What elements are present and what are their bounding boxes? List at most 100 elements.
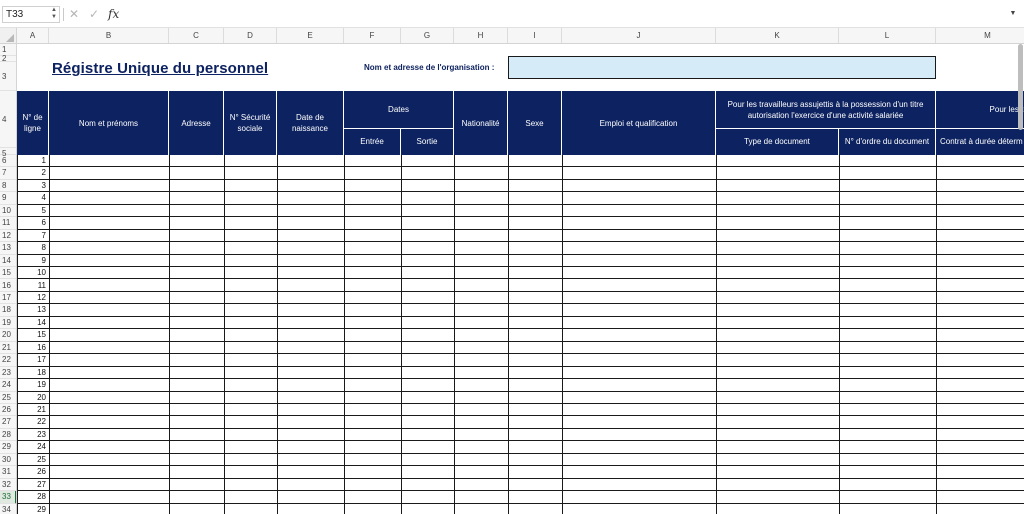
row-header[interactable]: 28 (0, 429, 16, 442)
row-header[interactable]: 3 (0, 62, 16, 91)
column-gridline (936, 155, 937, 514)
row-header[interactable]: 21 (0, 342, 16, 355)
line-number: 20 (37, 392, 46, 402)
row-header[interactable]: 18 (0, 304, 16, 317)
row-header[interactable]: 27 (0, 416, 16, 429)
org-input[interactable] (508, 56, 936, 79)
column-gridline (562, 155, 563, 514)
row-header[interactable]: 8 (0, 180, 16, 193)
column-header[interactable]: B (49, 28, 169, 43)
column-gridline (17, 155, 18, 514)
line-number: 8 (41, 243, 46, 253)
column-header[interactable]: C (169, 28, 224, 43)
line-number: 1 (41, 156, 46, 165)
org-label: Nom et adresse de l'organisation : (364, 63, 495, 72)
row-header[interactable]: 11 (0, 217, 16, 230)
column-header[interactable]: L (839, 28, 936, 43)
formula-input[interactable] (126, 6, 1016, 23)
row-header[interactable]: 19 (0, 317, 16, 330)
row-header[interactable]: 5 (0, 148, 16, 158)
column-gridline (454, 155, 455, 514)
vertical-scrollbar[interactable] (1018, 44, 1023, 130)
line-number: 27 (37, 479, 46, 489)
row-header[interactable]: 7 (0, 167, 16, 180)
column-gridline (169, 155, 170, 514)
column-header[interactable]: E (277, 28, 344, 43)
header-contract: Contrat à durée déterm (940, 137, 1023, 146)
column-gridline (224, 155, 225, 514)
chevron-down-icon[interactable]: ▼ (1008, 9, 1018, 19)
row-header[interactable]: 9 (0, 192, 16, 205)
column-header[interactable]: A (17, 28, 49, 43)
row-header[interactable]: 23 (0, 367, 16, 380)
line-number: 4 (41, 193, 46, 203)
row-header[interactable]: 34 (0, 504, 16, 514)
row-header[interactable]: 16 (0, 280, 16, 292)
header-exit: Sortie (401, 128, 454, 155)
column-header[interactable]: M (936, 28, 1024, 43)
header-sex: Sexe (508, 91, 562, 155)
row-header[interactable]: 20 (0, 329, 16, 342)
header-name: Nom et prénoms (49, 91, 169, 155)
close-icon[interactable]: ✕ (67, 6, 81, 23)
line-number: 25 (37, 454, 46, 464)
select-all-corner[interactable] (0, 28, 17, 43)
column-header[interactable]: H (454, 28, 508, 43)
column-header[interactable]: J (562, 28, 716, 43)
column-gridline (49, 155, 50, 514)
header-ssn: N° Sécurité sociale (224, 91, 277, 155)
header-nationality: Nationalité (454, 91, 508, 155)
row-header[interactable]: 22 (0, 354, 16, 367)
column-gridline (839, 155, 840, 514)
column-header[interactable]: I (508, 28, 562, 43)
header-dates: Dates (344, 91, 454, 128)
line-number: 29 (37, 504, 46, 514)
row-header[interactable]: 29 (0, 441, 16, 454)
line-number: 22 (37, 417, 46, 427)
column-header[interactable]: K (716, 28, 839, 43)
sheet-grid[interactable]: Régistre Unique du personnel Nom et adre… (17, 44, 1024, 514)
row-header[interactable]: 25 (0, 392, 16, 404)
column-gridline (344, 155, 345, 514)
row-header[interactable]: 13 (0, 242, 16, 255)
column-header[interactable]: F (344, 28, 401, 43)
column-header[interactable]: D (224, 28, 277, 43)
name-box[interactable]: T33 ▲ ▼ (2, 6, 60, 23)
row-header[interactable]: 17 (0, 292, 16, 305)
row-header[interactable]: 32 (0, 479, 16, 492)
line-number: 7 (41, 230, 46, 240)
row-headers: 1 2 3 4 5 6 7 8 9 10 11 12 13 14 15 16 17 18 19 20 21 22 23 24 2… (0, 44, 17, 514)
line-number: 13 (37, 305, 46, 315)
row-header[interactable]: 15 (0, 267, 16, 280)
row-header[interactable]: 26 (0, 404, 16, 417)
line-number: 23 (37, 429, 46, 439)
row-header[interactable]: 10 (0, 205, 16, 218)
select-all-icon (6, 34, 14, 42)
row-header[interactable]: 24 (0, 379, 16, 392)
row-header[interactable]: 4 (0, 91, 16, 148)
row-header[interactable]: 12 (0, 230, 16, 243)
row-header[interactable]: 30 (0, 454, 16, 467)
row-header[interactable]: 6 (0, 155, 16, 168)
name-box-value: T33 (6, 9, 24, 20)
name-box-spinner-icon[interactable]: ▲ ▼ (50, 7, 58, 22)
line-number: 28 (37, 492, 46, 502)
row-header[interactable]: 33 (0, 491, 16, 504)
line-number: 11 (37, 280, 46, 290)
row-header[interactable]: 31 (0, 466, 16, 479)
header-foreign-workers: Pour les travailleurs assujettis à la po… (716, 91, 936, 128)
line-number: 17 (37, 355, 46, 365)
header-line-no: N° de ligne (17, 91, 49, 155)
line-number: 9 (41, 255, 46, 265)
header-others: Pour les tr (989, 105, 1024, 114)
function-icon[interactable]: fx (108, 6, 124, 23)
line-number: 26 (37, 467, 46, 477)
line-number: 6 (41, 218, 46, 228)
column-gridline (508, 155, 509, 514)
table-header: N° de ligne Nom et prénoms Adresse N° Sé… (17, 91, 1024, 155)
formula-bar: T33 ▲ ▼ ✕ ✓ fx ▼ (0, 0, 1024, 28)
check-icon[interactable]: ✓ (87, 6, 101, 23)
line-number: 16 (37, 342, 46, 352)
column-header[interactable]: G (401, 28, 454, 43)
row-header[interactable]: 14 (0, 255, 16, 268)
